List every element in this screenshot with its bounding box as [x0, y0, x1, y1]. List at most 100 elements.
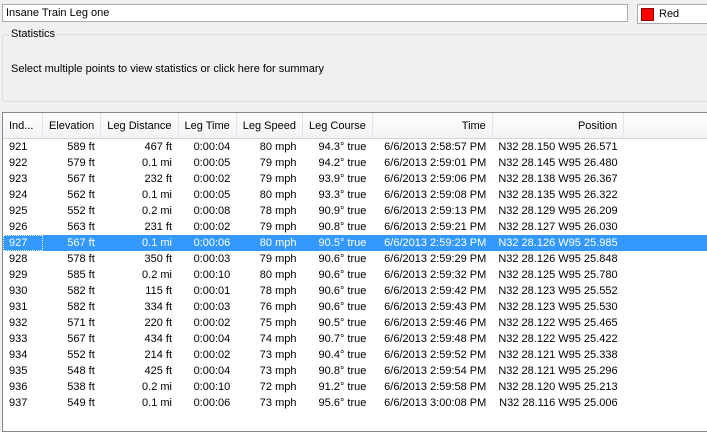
cell-time: 6/6/2013 2:59:06 PM	[384, 173, 487, 185]
cell-time: 6/6/2013 2:59:58 PM	[384, 381, 487, 393]
cell-leg-distance: 434 ft	[144, 333, 173, 345]
cell-leg-distance: 0.1 mi	[142, 157, 173, 169]
color-dropdown[interactable]: Red	[637, 4, 707, 24]
cell-index: 936	[9, 381, 28, 393]
cell-filler	[624, 379, 707, 395]
cell-index: 921	[9, 141, 28, 153]
cell-time: 6/6/2013 2:59:48 PM	[384, 333, 487, 345]
cell-leg-distance: 115 ft	[145, 285, 173, 297]
cell-leg-course: 90.8° true	[318, 221, 367, 233]
cell-leg-speed: 80 mph	[259, 269, 297, 281]
table-row[interactable]: 927 567 ft 0.1 mi 0:00:06 80 mph 90.5° true 6/…	[3, 235, 707, 251]
cell-elevation: 585 ft	[67, 269, 95, 281]
column-header-index[interactable]: Ind...	[3, 113, 44, 139]
cell-leg-course: 90.8° true	[318, 365, 367, 377]
cell-leg-distance: 0.2 mi	[142, 381, 173, 393]
cell-filler	[624, 347, 707, 363]
column-header-elevation[interactable]: Elevation	[42, 113, 102, 139]
cell-time: 6/6/2013 2:59:43 PM	[384, 301, 487, 313]
cell-leg-time: 0:00:03	[193, 301, 231, 313]
table-row[interactable]: 926 563 ft 231 ft 0:00:02 79 mph 90.8° true 6/…	[3, 219, 707, 235]
cell-index: 927	[3, 235, 43, 251]
table-row[interactable]: 930 582 ft 115 ft 0:00:01 78 mph 90.6° true 6/…	[3, 283, 707, 299]
statistics-summary-link[interactable]: Select multiple points to view statistic…	[11, 63, 324, 75]
cell-leg-course: 90.4° true	[318, 349, 367, 361]
cell-leg-time: 0:00:02	[193, 317, 231, 329]
cell-time: 6/6/2013 2:59:32 PM	[384, 269, 487, 281]
cell-index: 934	[9, 349, 28, 361]
table-row[interactable]: 934 552 ft 214 ft 0:00:02 73 mph 90.4° true 6/…	[3, 347, 707, 363]
table-row[interactable]: 921 589 ft 467 ft 0:00:04 80 mph 94.3° true 6/…	[3, 139, 707, 156]
cell-elevation: 579 ft	[67, 157, 95, 169]
track-points-grid[interactable]: Ind... Elevation Leg Distance Leg Time L…	[2, 112, 707, 432]
cell-leg-time: 0:00:06	[193, 397, 231, 409]
cell-filler	[624, 187, 707, 203]
table-row[interactable]: 922 579 ft 0.1 mi 0:00:05 79 mph 94.2° true 6/…	[3, 155, 707, 171]
column-header-leg-speed[interactable]: Leg Speed	[236, 113, 303, 139]
cell-filler	[624, 251, 707, 267]
table-row[interactable]: 923 567 ft 232 ft 0:00:02 79 mph 93.9° true 6/…	[3, 171, 707, 187]
table-row[interactable]: 935 548 ft 425 ft 0:00:04 73 mph 90.8° true 6/…	[3, 363, 707, 379]
cell-leg-speed: 74 mph	[259, 333, 297, 345]
cell-elevation: 571 ft	[67, 317, 95, 329]
cell-index: 929	[9, 269, 28, 281]
cell-position: N32 28.129 W95 26.209	[498, 205, 618, 217]
cell-time: 6/6/2013 2:59:13 PM	[384, 205, 487, 217]
cell-leg-course: 95.6° true	[318, 397, 367, 409]
cell-leg-distance: 232 ft	[144, 173, 173, 185]
cell-leg-speed: 79 mph	[259, 157, 297, 169]
cell-position: N32 28.122 W95 25.422	[498, 333, 618, 345]
table-row[interactable]: 933 567 ft 434 ft 0:00:04 74 mph 90.7° true 6/…	[3, 331, 707, 347]
cell-time: 6/6/2013 2:59:52 PM	[384, 349, 487, 361]
cell-filler	[624, 363, 707, 379]
cell-leg-course: 93.3° true	[318, 189, 367, 201]
cell-time: 6/6/2013 3:00:08 PM	[384, 397, 487, 409]
cell-filler	[624, 219, 707, 235]
cell-position: N32 28.122 W95 25.465	[498, 317, 618, 329]
cell-position: N32 28.145 W95 26.480	[498, 157, 618, 169]
cell-leg-course: 90.6° true	[318, 301, 367, 313]
column-header-position[interactable]: Position	[492, 113, 625, 139]
cell-index: 924	[9, 189, 28, 201]
cell-filler	[624, 315, 707, 331]
cell-time: 6/6/2013 2:59:23 PM	[372, 235, 493, 251]
table-row[interactable]: 928 578 ft 350 ft 0:00:03 79 mph 90.6° true 6/…	[3, 251, 707, 267]
cell-elevation: 549 ft	[67, 397, 95, 409]
cell-index: 935	[9, 365, 28, 377]
cell-time: 6/6/2013 2:59:42 PM	[384, 285, 487, 297]
cell-time: 6/6/2013 2:58:57 PM	[384, 141, 487, 153]
cell-leg-course: 90.5° true	[318, 317, 367, 329]
cell-position: N32 28.123 W95 25.552	[498, 285, 618, 297]
column-header-leg-time[interactable]: Leg Time	[178, 113, 237, 139]
cell-leg-speed: 80 mph	[259, 189, 297, 201]
cell-leg-course: 90.6° true	[318, 253, 367, 265]
table-row[interactable]: 929 585 ft 0.2 mi 0:00:10 80 mph 90.6° true 6/…	[3, 267, 707, 283]
cell-position: N32 28.135 W95 26.322	[498, 189, 618, 201]
cell-position: N32 28.126 W95 25.985	[492, 235, 624, 251]
column-header-leg-course[interactable]: Leg Course	[302, 113, 373, 139]
cell-leg-speed: 73 mph	[259, 349, 297, 361]
table-row[interactable]: 932 571 ft 220 ft 0:00:02 75 mph 90.5° true 6/…	[3, 315, 707, 331]
cell-leg-time: 0:00:02	[193, 173, 231, 185]
table-row[interactable]: 937 549 ft 0.1 mi 0:00:06 73 mph 95.6° true 6/…	[3, 395, 707, 411]
table-row[interactable]: 931 582 ft 334 ft 0:00:03 76 mph 90.6° true 6/…	[3, 299, 707, 315]
cell-position: N32 28.125 W95 25.780	[498, 269, 618, 281]
table-row[interactable]: 924 562 ft 0.1 mi 0:00:05 80 mph 93.3° true 6/…	[3, 187, 707, 203]
cell-leg-speed: 78 mph	[259, 285, 297, 297]
table-row[interactable]: 936 538 ft 0.2 mi 0:00:10 72 mph 91.2° true 6/…	[3, 379, 707, 395]
cell-leg-time: 0:00:05	[193, 157, 231, 169]
leg-name-field[interactable]: Insane Train Leg one	[2, 4, 628, 22]
column-header-leg-distance[interactable]: Leg Distance	[100, 113, 179, 139]
table-row[interactable]: 925 552 ft 0.2 mi 0:00:08 78 mph 90.9° true 6/…	[3, 203, 707, 219]
cell-leg-distance: 0.1 mi	[100, 235, 179, 251]
cell-leg-course: 91.2° true	[318, 381, 367, 393]
cell-index: 930	[9, 285, 28, 297]
cell-leg-course: 90.5° true	[302, 235, 373, 251]
cell-leg-time: 0:00:04	[193, 333, 231, 345]
cell-elevation: 552 ft	[67, 349, 95, 361]
column-header-time[interactable]: Time	[372, 113, 493, 139]
cell-leg-time: 0:00:04	[193, 365, 231, 377]
cell-filler	[624, 331, 707, 347]
cell-time: 6/6/2013 2:59:29 PM	[384, 253, 487, 265]
statistics-group: Statistics Select multiple points to vie…	[2, 28, 707, 102]
